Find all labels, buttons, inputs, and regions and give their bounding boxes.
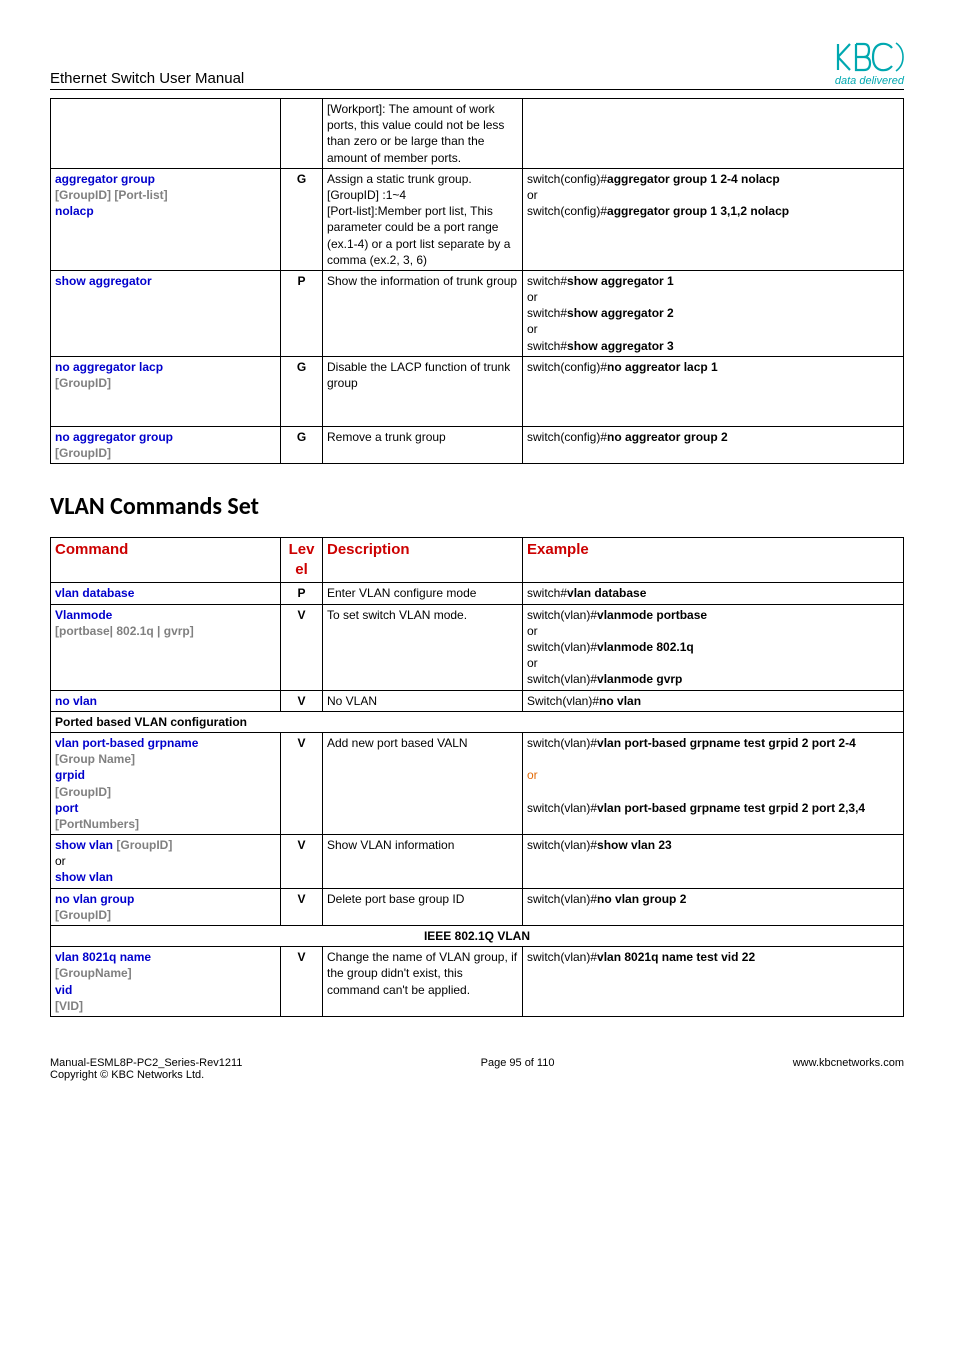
hdr-description: Description <box>327 541 410 558</box>
level-cell: V <box>281 947 323 1017</box>
level-cell: V <box>281 732 323 834</box>
level-cell: P <box>281 270 323 356</box>
footer-center: Page 95 of 110 <box>481 1057 555 1081</box>
table-row: no aggregator lacp[GroupID]GDisable the … <box>51 356 904 426</box>
table-row: vlan port-based grpname[Group Name]grpid… <box>51 732 904 834</box>
example-cell: switch(vlan)#no vlan group 2 <box>523 888 904 925</box>
hdr-command: Command <box>55 541 128 558</box>
level-cell: P <box>281 583 323 604</box>
table-subheader-row: Ported based VLAN configuration <box>51 711 904 732</box>
command-cell: no vlan <box>51 690 281 711</box>
description-cell: To set switch VLAN mode. <box>323 604 523 690</box>
table-row: show aggregatorPShow the information of … <box>51 270 904 356</box>
command-cell: vlan port-based grpname[Group Name]grpid… <box>51 732 281 834</box>
aggregator-commands-table: [Workport]: The amount of work ports, th… <box>50 98 904 464</box>
description-cell: Disable the LACP function of trunk group <box>323 356 523 426</box>
command-cell: show vlan [GroupID]orshow vlan <box>51 835 281 889</box>
description-cell: [Workport]: The amount of work ports, th… <box>323 99 523 169</box>
example-cell: switch(vlan)#vlan port-based grpname tes… <box>523 732 904 834</box>
example-cell: switch#show aggregator 1orswitch#show ag… <box>523 270 904 356</box>
table-row: no aggregator group[GroupID]GRemove a tr… <box>51 426 904 463</box>
description-cell: Show VLAN information <box>323 835 523 889</box>
command-cell: no vlan group[GroupID] <box>51 888 281 925</box>
kbc-logo-icon <box>834 40 904 74</box>
description-cell: Show the information of trunk group <box>323 270 523 356</box>
logo-block: data delivered <box>834 40 904 87</box>
page-header: Ethernet Switch User Manual data deliver… <box>50 40 904 90</box>
description-cell: Enter VLAN configure mode <box>323 583 523 604</box>
table-row: [Workport]: The amount of work ports, th… <box>51 99 904 169</box>
footer-left: Manual-ESML8P-PC2_Series-Rev1211 Copyrig… <box>50 1057 242 1081</box>
example-cell: switch#vlan database <box>523 583 904 604</box>
example-cell: switch(vlan)#vlanmode portbaseorswitch(v… <box>523 604 904 690</box>
description-cell: Add new port based VALN <box>323 732 523 834</box>
table-row: Vlanmode[portbase| 802.1q | gvrp]VTo set… <box>51 604 904 690</box>
example-cell: Switch(vlan)#no vlan <box>523 690 904 711</box>
level-cell: V <box>281 888 323 925</box>
table-row: aggregator group[GroupID] [Port-list]nol… <box>51 168 904 270</box>
description-cell: Change the name of VLAN group, if the gr… <box>323 947 523 1017</box>
description-cell: Assign a static trunk group.[GroupID] :1… <box>323 168 523 270</box>
table-row: no vlan group[GroupID]VDelete port base … <box>51 888 904 925</box>
hdr-level: Level <box>289 541 315 578</box>
level-cell: V <box>281 835 323 889</box>
description-cell: Delete port base group ID <box>323 888 523 925</box>
command-cell: aggregator group[GroupID] [Port-list]nol… <box>51 168 281 270</box>
command-cell: Vlanmode[portbase| 802.1q | gvrp] <box>51 604 281 690</box>
level-cell <box>281 99 323 169</box>
section-heading: VLAN Commands Set <box>50 492 904 521</box>
example-cell: switch(config)#no aggreator group 2 <box>523 426 904 463</box>
table-row: vlan databasePEnter VLAN configure modes… <box>51 583 904 604</box>
command-cell: no aggregator group[GroupID] <box>51 426 281 463</box>
example-cell: switch(vlan)#vlan 8021q name test vid 22 <box>523 947 904 1017</box>
description-cell: No VLAN <box>323 690 523 711</box>
description-cell: Remove a trunk group <box>323 426 523 463</box>
command-cell: vlan 8021q name[GroupName]vid[VID] <box>51 947 281 1017</box>
footer-right: www.kbcnetworks.com <box>793 1057 904 1081</box>
hdr-example: Example <box>527 541 589 558</box>
table-row: show vlan [GroupID]orshow vlanVShow VLAN… <box>51 835 904 889</box>
example-cell: switch(vlan)#show vlan 23 <box>523 835 904 889</box>
level-cell: V <box>281 604 323 690</box>
level-cell: G <box>281 426 323 463</box>
command-cell <box>51 99 281 169</box>
example-cell: switch(config)#no aggreator lacp 1 <box>523 356 904 426</box>
page-footer: Manual-ESML8P-PC2_Series-Rev1211 Copyrig… <box>50 1057 904 1081</box>
table-row: vlan 8021q name[GroupName]vid[VID]VChang… <box>51 947 904 1017</box>
example-cell <box>523 99 904 169</box>
manual-title: Ethernet Switch User Manual <box>50 70 244 87</box>
example-cell: switch(config)#aggregator group 1 2-4 no… <box>523 168 904 270</box>
command-cell: show aggregator <box>51 270 281 356</box>
logo-tagline: data delivered <box>835 76 904 87</box>
level-cell: G <box>281 356 323 426</box>
level-cell: V <box>281 690 323 711</box>
table-row: no vlanVNo VLANSwitch(vlan)#no vlan <box>51 690 904 711</box>
table-header-row: Command Level Description Example <box>51 537 904 583</box>
vlan-commands-table: Command Level Description Example vlan d… <box>50 537 904 1017</box>
command-cell: vlan database <box>51 583 281 604</box>
level-cell: G <box>281 168 323 270</box>
command-cell: no aggregator lacp[GroupID] <box>51 356 281 426</box>
table-subheader-row: IEEE 802.1Q VLAN <box>51 926 904 947</box>
